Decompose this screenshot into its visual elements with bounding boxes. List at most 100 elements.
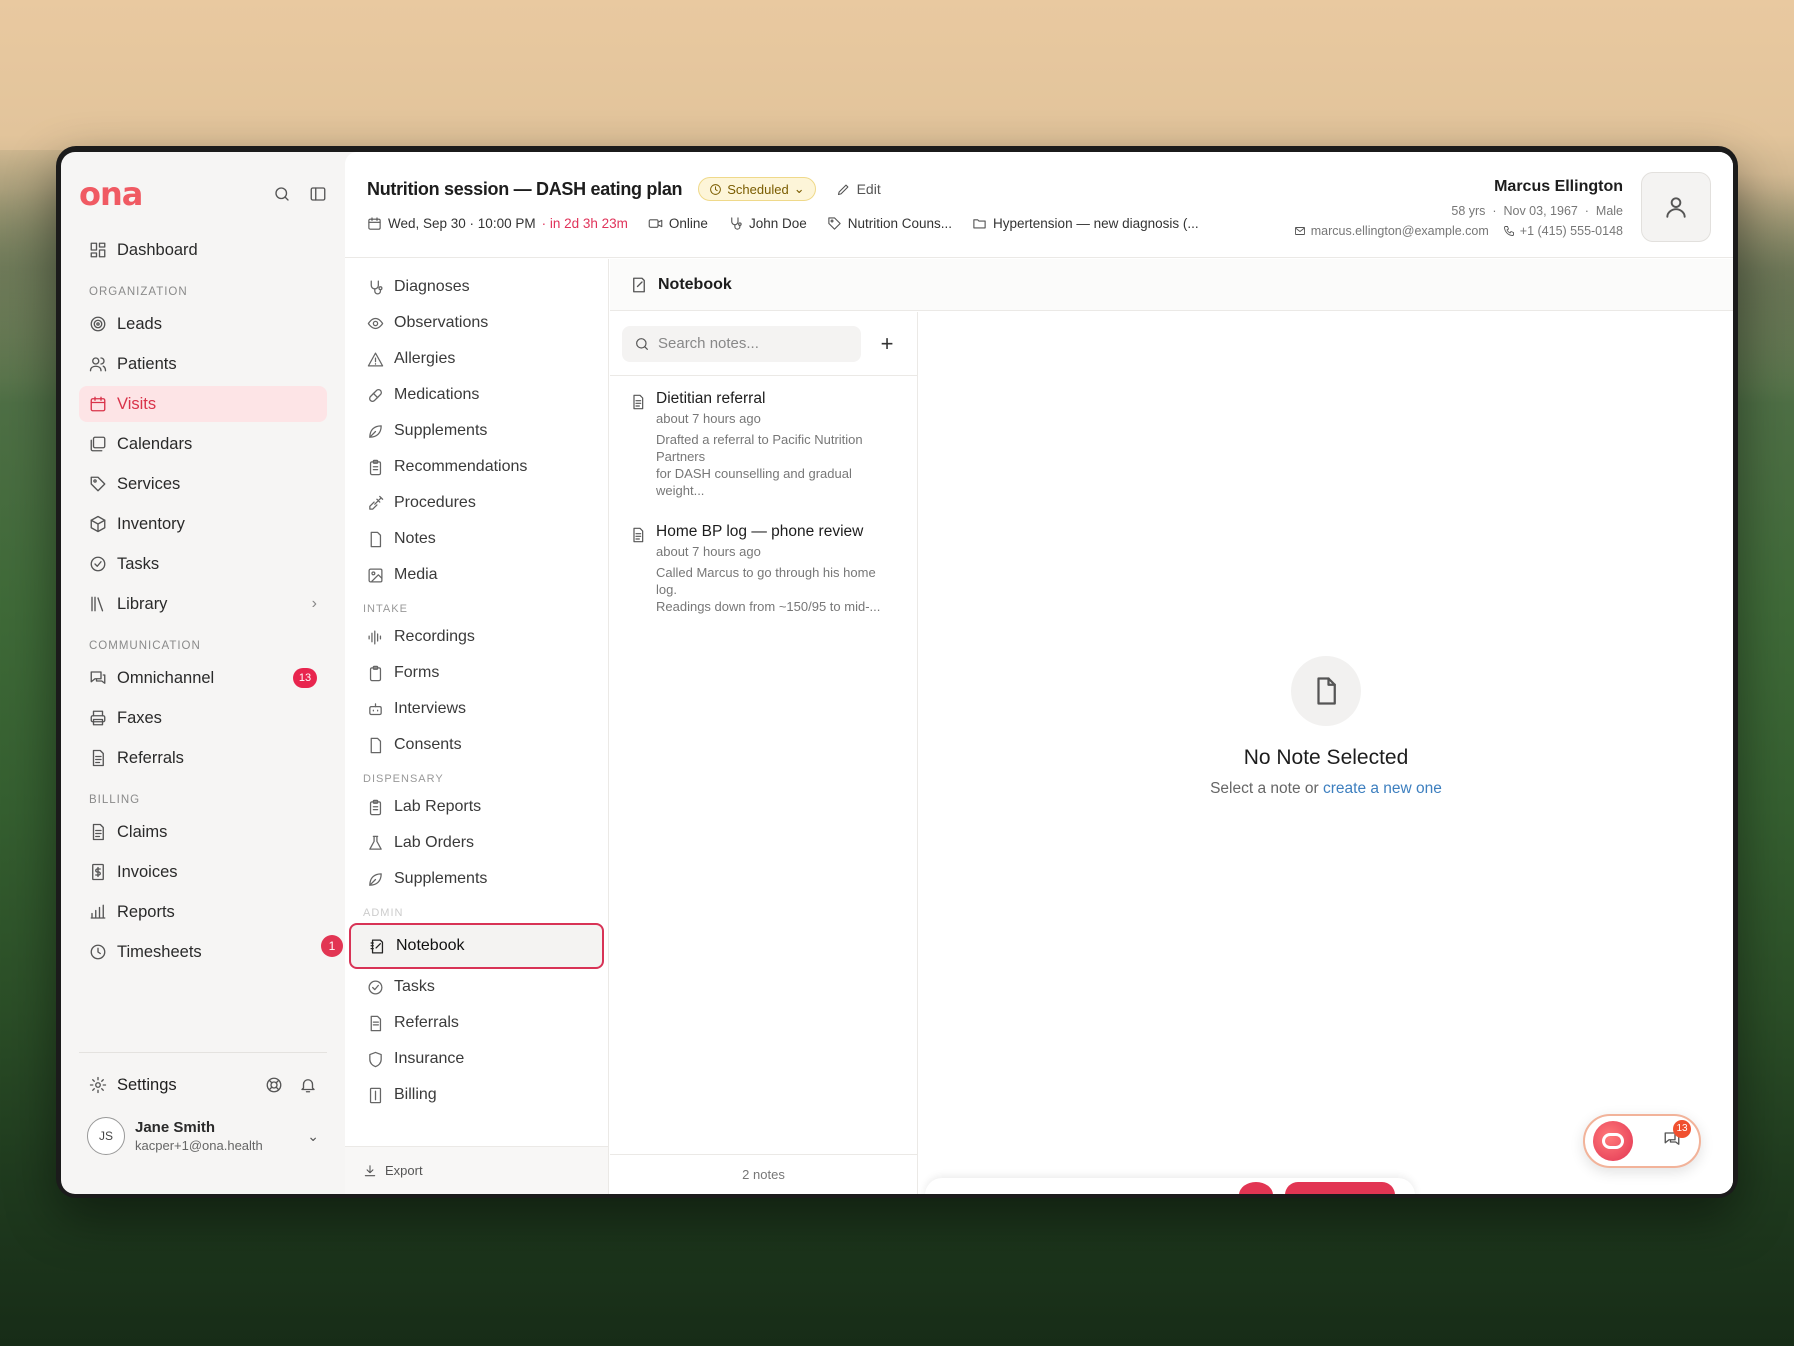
messages-icon[interactable]: 13 bbox=[1663, 1119, 1691, 1153]
assistant-widget[interactable]: 13 bbox=[1583, 1114, 1701, 1168]
tab-procedures[interactable]: Procedures bbox=[349, 485, 604, 521]
tab-consents[interactable]: Consents bbox=[349, 727, 604, 763]
section-admin: ADMIN bbox=[363, 907, 404, 919]
box-icon bbox=[89, 515, 107, 533]
sidebar-item-patients[interactable]: Patients bbox=[79, 346, 327, 382]
sidebar-item-calendars[interactable]: Calendars bbox=[79, 426, 327, 462]
add-note-button[interactable]: + bbox=[875, 331, 899, 357]
sidebar-item-timesheets[interactable]: Timesheets bbox=[79, 934, 327, 970]
sidebar-item-settings[interactable]: Settings bbox=[79, 1067, 327, 1103]
tab-billing[interactable]: Billing bbox=[349, 1077, 604, 1113]
assistant-icon[interactable] bbox=[1593, 1121, 1633, 1161]
library-icon bbox=[89, 595, 107, 613]
clock-icon bbox=[89, 943, 107, 961]
sidebar-item-dashboard[interactable]: Dashboard bbox=[79, 232, 327, 268]
visit-case[interactable]: Hypertension — new diagnosis (... bbox=[972, 216, 1199, 231]
search-notes[interactable] bbox=[622, 325, 861, 362]
sidebar-item-services[interactable]: Services bbox=[79, 466, 327, 502]
section-intake: INTAKE bbox=[363, 603, 408, 615]
visit-subnav: Diagnoses Observations Allergies Medicat… bbox=[321, 259, 609, 1194]
tab-referrals[interactable]: Referrals bbox=[349, 1005, 604, 1041]
tab-dispensary-supplements[interactable]: Supplements bbox=[349, 861, 604, 897]
sidebar-item-label: Patients bbox=[117, 354, 177, 373]
target-icon bbox=[89, 315, 107, 333]
stethoscope-icon bbox=[728, 216, 743, 231]
chevron-right-icon: › bbox=[311, 595, 317, 612]
sidebar-item-reports[interactable]: Reports bbox=[79, 894, 327, 930]
sidebar-toggle-icon[interactable] bbox=[309, 185, 327, 203]
ona-logo[interactable]: ona bbox=[79, 175, 143, 213]
sidebar-item-faxes[interactable]: Faxes bbox=[79, 700, 327, 736]
section-billing: BILLING bbox=[89, 794, 141, 806]
image-icon bbox=[367, 567, 384, 584]
avatar: JS bbox=[87, 1117, 125, 1155]
empty-title: No Note Selected bbox=[1243, 746, 1409, 769]
join-call-button[interactable] bbox=[1285, 1182, 1395, 1194]
tab-allergies[interactable]: Allergies bbox=[349, 341, 604, 377]
help-icon[interactable] bbox=[265, 1076, 283, 1094]
tab-recommendations[interactable]: Recommendations bbox=[349, 449, 604, 485]
tab-media[interactable]: Media bbox=[349, 557, 604, 593]
tab-supplements[interactable]: Supplements bbox=[349, 413, 604, 449]
tab-diagnoses[interactable]: Diagnoses bbox=[349, 269, 604, 305]
app-window: ona Dashboard ORGANIZATION Leads Patient… bbox=[61, 152, 1733, 1194]
calendar-icon bbox=[367, 216, 382, 231]
bell-icon[interactable] bbox=[299, 1076, 317, 1094]
sidebar-item-omnichannel[interactable]: Omnichannel 13 bbox=[79, 660, 327, 696]
patient-email[interactable]: marcus.ellington@example.com bbox=[1294, 224, 1489, 238]
tab-insurance[interactable]: Insurance bbox=[349, 1041, 604, 1077]
note-detail-empty: No Note Selected Select a note or create… bbox=[919, 312, 1733, 1194]
sidebar-item-visits[interactable]: Visits bbox=[79, 386, 327, 422]
search-input[interactable] bbox=[658, 335, 849, 352]
tab-notebook[interactable]: 1 Notebook bbox=[321, 923, 604, 969]
list-item[interactable]: Dietitian referral about 7 hours ago Dra… bbox=[610, 376, 917, 509]
note-time: about 7 hours ago bbox=[656, 411, 761, 426]
patient-avatar[interactable] bbox=[1641, 172, 1711, 242]
list-item[interactable]: Home BP log — phone review about 7 hours… bbox=[610, 509, 917, 625]
visit-location[interactable]: Online bbox=[648, 216, 708, 231]
search-icon[interactable] bbox=[273, 185, 291, 203]
document-icon bbox=[630, 394, 646, 410]
tab-notes[interactable]: Notes bbox=[349, 521, 604, 557]
sidebar-item-label: Invoices bbox=[117, 862, 178, 881]
visit-datetime[interactable]: Wed, Sep 30 · 10:00 PM · in 2d 3h 23m bbox=[367, 216, 628, 231]
status-dropdown[interactable]: Scheduled ⌄ bbox=[698, 177, 816, 201]
video-call-bar[interactable] bbox=[925, 1178, 1415, 1194]
sidebar-item-label: Services bbox=[117, 474, 181, 493]
tag-icon bbox=[827, 216, 842, 231]
sidebar-item-invoices[interactable]: Invoices bbox=[79, 854, 327, 890]
sidebar-item-tasks[interactable]: Tasks bbox=[79, 546, 327, 582]
chat-icon bbox=[89, 669, 107, 687]
export-button[interactable]: Export bbox=[345, 1146, 608, 1194]
visit-header: Nutrition session — DASH eating plan Sch… bbox=[345, 152, 1733, 258]
sidebar-item-leads[interactable]: Leads bbox=[79, 306, 327, 342]
sidebar-item-library[interactable]: Library › bbox=[79, 586, 327, 622]
tab-forms[interactable]: Forms bbox=[349, 655, 604, 691]
leaf-icon bbox=[367, 871, 384, 888]
mail-icon bbox=[1294, 225, 1306, 237]
user-menu[interactable]: JS Jane Smith kacper+1@ona.health ⌄ bbox=[79, 1117, 327, 1155]
patient-phone[interactable]: +1 (415) 555-0148 bbox=[1503, 224, 1623, 238]
sidebar-item-referrals[interactable]: Referrals bbox=[79, 740, 327, 776]
visit-provider[interactable]: John Doe bbox=[728, 216, 807, 231]
record-button[interactable] bbox=[1239, 1182, 1273, 1194]
tab-interviews[interactable]: Interviews bbox=[349, 691, 604, 727]
create-note-link[interactable]: create a new one bbox=[1323, 780, 1442, 797]
tab-recordings[interactable]: Recordings bbox=[349, 619, 604, 655]
sidebar-item-label: Timesheets bbox=[117, 942, 202, 961]
sidebar-item-inventory[interactable]: Inventory bbox=[79, 506, 327, 542]
sidebar-item-label: Reports bbox=[117, 902, 175, 921]
step-marker: 1 bbox=[321, 935, 343, 957]
tab-lab-orders[interactable]: Lab Orders bbox=[349, 825, 604, 861]
edit-button[interactable]: Edit bbox=[836, 181, 881, 197]
phone-icon bbox=[1503, 225, 1515, 237]
eye-icon bbox=[367, 315, 384, 332]
visit-service[interactable]: Nutrition Couns... bbox=[827, 216, 952, 231]
tab-tasks[interactable]: Tasks bbox=[349, 969, 604, 1005]
tab-observations[interactable]: Observations bbox=[349, 305, 604, 341]
sidebar-item-claims[interactable]: Claims bbox=[79, 814, 327, 850]
sidebar-item-label: Dashboard bbox=[117, 240, 198, 259]
tab-lab-reports[interactable]: Lab Reports bbox=[349, 789, 604, 825]
clipboard-icon bbox=[367, 665, 384, 682]
tab-medications[interactable]: Medications bbox=[349, 377, 604, 413]
